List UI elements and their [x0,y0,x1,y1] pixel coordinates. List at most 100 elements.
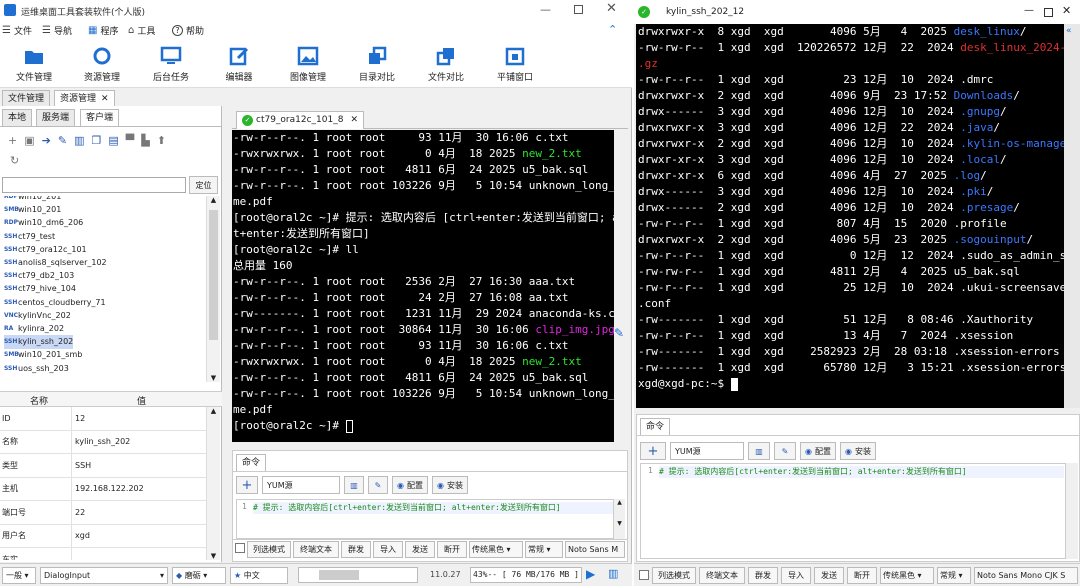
font-style-select[interactable]: 常规 ▾ [525,541,563,558]
prop-value[interactable]: 22 [72,508,85,517]
tree-item[interactable]: SSH ct79_hive_104 [4,282,76,296]
import-button[interactable]: 导入 [373,541,403,558]
column-mode-checkbox[interactable] [235,543,245,553]
command-editor[interactable]: 1 # 提示: 选取内容后[ctrl+enter:发送到当前窗口; alt+en… [640,463,1066,559]
login-icon[interactable]: ➔ [42,134,51,147]
mode-select[interactable]: 一般 ▾ [2,567,36,584]
edit-icon[interactable]: ✎ [774,442,796,460]
terminal-text-button[interactable]: 终端文本 [699,567,745,584]
terminal-output[interactable]: drwxrwxr-x 8 xgd xgd 4096 5月 4 2025 desk… [636,24,1064,408]
trash-icon[interactable]: ▥ [608,567,624,583]
font-name-select[interactable]: Noto Sans Mono CJK S [974,567,1078,584]
upload-icon[interactable]: ⬆ [157,134,166,147]
prop-value[interactable]: 12 [72,414,85,423]
config-button[interactable]: ◉ 配置 [800,442,836,460]
source-select[interactable]: YUM源 [670,442,744,460]
terminal-text-button[interactable]: 终端文本 [293,541,339,558]
add-folder-icon[interactable]: ▣ [24,134,34,147]
ime-select[interactable]: ◆ 磨砺 ▾ [172,567,226,584]
tab-session[interactable]: ✓ ct79_ora12c_101_8 ✕ [236,111,365,129]
add-command-icon[interactable]: + [236,476,258,494]
broadcast-button[interactable]: 群发 [341,541,371,558]
refresh-icon[interactable]: ↻ [10,154,19,167]
prop-value[interactable]: SSH [72,461,91,470]
close-tab-icon[interactable]: ✕ [350,115,358,125]
tree-item[interactable]: RDP win10_dm6_206 [4,216,83,230]
tile-window-button[interactable]: 平铺窗口 [485,44,545,88]
add-icon[interactable]: + [8,134,17,147]
paste-icon[interactable]: ▤ [108,134,118,147]
collapse-icon[interactable]: ⌃ [608,23,617,36]
install-button[interactable]: ◉ 安装 [839,442,876,460]
column-mode-checkbox[interactable] [639,570,649,580]
install-button[interactable]: ◉ 安装 [431,476,468,494]
broadcast-button[interactable]: 群发 [748,567,778,584]
tab-resource-manage[interactable]: 资源管理 ✕ [54,90,115,107]
wrench-icon[interactable]: ✎ [614,326,624,340]
menu-tools[interactable]: ⌂ 工具 [128,24,155,37]
add-command-icon[interactable]: + [640,442,666,460]
tree-item[interactable]: SSH uos_ssh_203 [4,362,69,376]
menu-file[interactable]: ☰ 文件 [2,24,32,37]
tree-item[interactable]: SSH anolis8_sqlserver_102 [4,256,107,270]
tab-command[interactable]: 命令 [640,418,671,435]
scroll-slider[interactable] [298,567,418,583]
tree-item[interactable]: SSH centos_cloudberry_71 [4,296,106,310]
command-editor[interactable]: 1 # 提示: 选取内容后[ctrl+enter:发送到当前窗口; alt+en… [236,499,614,539]
delete-icon[interactable]: ▥ [74,134,84,147]
props-scrollbar[interactable]: ▲ ▼ [206,407,220,560]
tree-item[interactable]: SMB win10_201 [4,203,61,217]
maximize-icon[interactable] [574,5,583,14]
tree-item[interactable]: SSH ct79_db2_103 [4,269,74,283]
source-select[interactable]: YUM源 [262,476,340,494]
editor-button[interactable]: 编辑器 [209,44,269,88]
font-name-select[interactable]: Noto Sans M [565,541,625,558]
play-icon[interactable]: ▶ [586,567,602,583]
close-icon[interactable]: ✕ [1062,4,1071,17]
lang-select[interactable]: ★ 中文 [230,567,288,584]
theme-select[interactable]: 传统黑色 ▾ [469,541,523,558]
config-button[interactable]: ◉ 配置 [392,476,428,494]
tree-item[interactable]: SSH kylin_ssh_202 [4,335,74,350]
input-font-select[interactable]: DialogInput ▾ [40,567,168,584]
dir-compare-button[interactable]: 目录对比 [347,44,407,88]
terminal-output[interactable]: -rw-r--r--. 1 root root 93 11月 30 16:06 … [232,130,614,442]
edit-icon[interactable]: ✎ [58,134,67,147]
column-mode-button[interactable]: 列选模式 [652,567,696,584]
terminal-scrollbar[interactable]: ✎ [614,130,628,442]
import-button[interactable]: 导入 [781,567,811,584]
menu-help[interactable]: ? 帮助 [172,24,204,37]
locate-button[interactable]: 定位 [189,176,218,194]
resource-manage-button[interactable]: 资源管理 [72,44,132,88]
editor-scrollbar[interactable]: ▲ ▼ [614,499,625,539]
menu-program[interactable]: ▦ 程序 [88,24,118,37]
expand-icon[interactable]: « [1066,26,1072,36]
font-style-select[interactable]: 常规 ▾ [937,567,971,584]
import-icon[interactable]: ▙ [141,134,149,147]
search-input[interactable] [2,177,186,193]
minimize-icon[interactable]: — [540,3,551,16]
tab-file-manage[interactable]: 文件管理 [2,90,51,107]
editor-scrollbar[interactable] [1066,463,1078,559]
maximize-icon[interactable] [1044,8,1053,17]
disconnect-button[interactable]: 断开 [847,567,877,584]
tab-server[interactable]: 服务端 [36,109,76,126]
prop-value[interactable]: 192.168.122.202 [72,484,144,493]
tree-scrollbar[interactable]: ▲ ▼ [206,196,220,382]
edit-icon[interactable]: ✎ [368,476,388,494]
menu-nav[interactable]: ☰ 导航 [42,24,72,37]
delete-icon[interactable]: ▥ [748,442,770,460]
prop-value[interactable]: kylin_ssh_202 [72,437,130,446]
theme-select[interactable]: 传统黑色 ▾ [880,567,934,584]
tree-item[interactable]: SMB win10_201_smb [4,348,82,362]
background-task-button[interactable]: 后台任务 [141,44,201,88]
tree-item[interactable]: SSH ct79_ora12c_101 [4,243,87,257]
file-compare-button[interactable]: 文件对比 [416,44,476,88]
tab-local[interactable]: 本地 [2,109,33,126]
column-mode-button[interactable]: 列选模式 [247,541,291,558]
send-button[interactable]: 发送 [405,541,435,558]
close-icon[interactable]: ✕ [606,1,617,16]
delete-icon[interactable]: ▥ [344,476,364,494]
tree-item[interactable]: SSH ct79_test [4,230,55,244]
tree-item[interactable]: RA kylinra_202 [4,322,64,336]
